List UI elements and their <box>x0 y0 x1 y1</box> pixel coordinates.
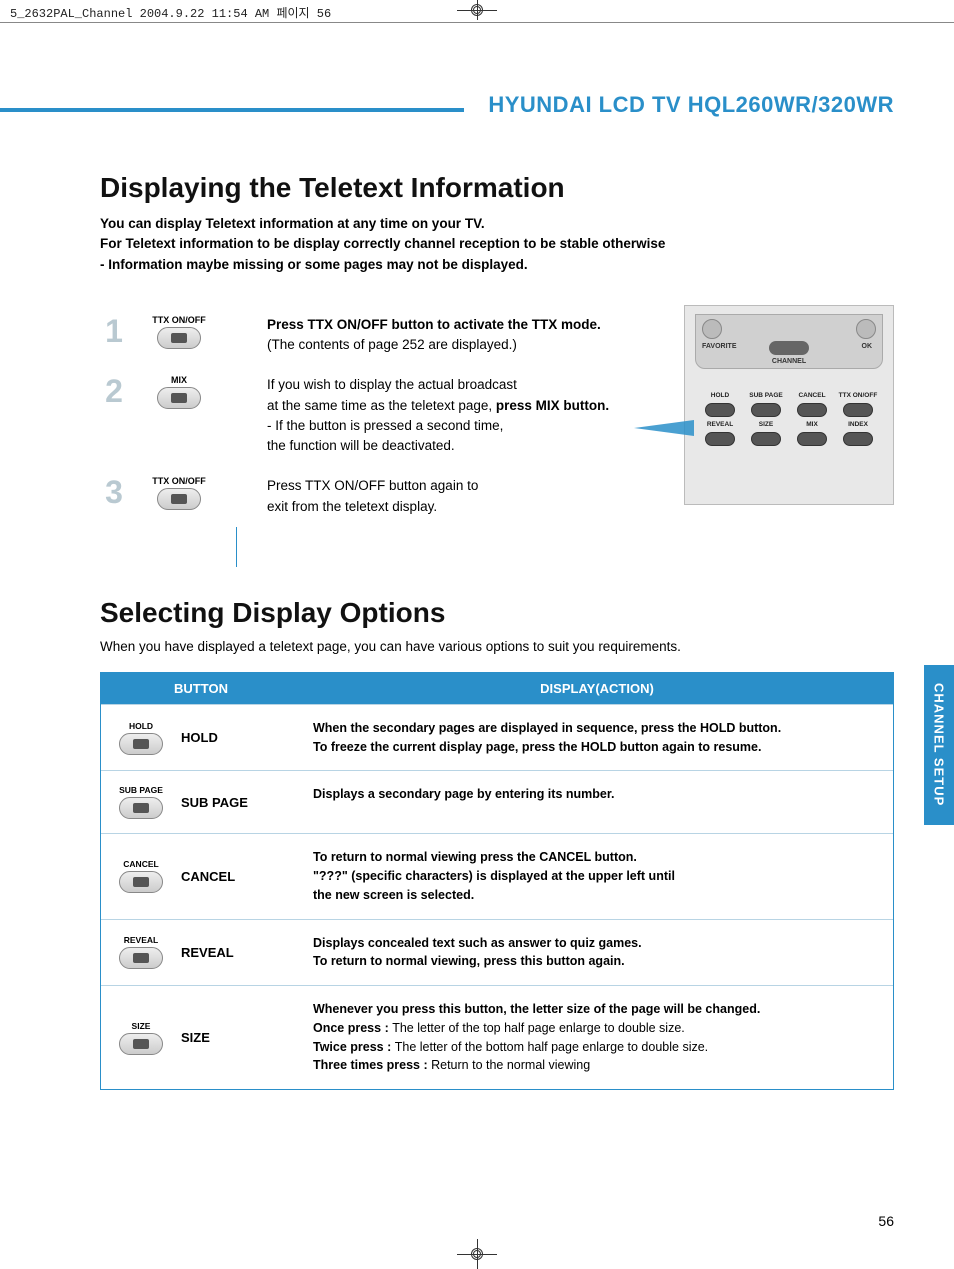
remote-btn-label: INDEX <box>838 421 878 428</box>
page-content: HYUNDAI LCD TV HQL260WR/320WR Displaying… <box>0 22 954 1247</box>
remote-button-icon <box>157 488 201 510</box>
option-name: HOLD <box>181 730 218 745</box>
intro-text: You can display Teletext information at … <box>100 214 894 275</box>
options-intro: When you have displayed a teletext page,… <box>100 639 894 654</box>
intro-line: You can display Teletext information at … <box>100 214 894 234</box>
remote-label-ok: OK <box>862 343 873 350</box>
option-action: To return to normal viewing press the CA… <box>301 834 893 918</box>
button-label: TTX ON/OFF <box>152 476 206 486</box>
th-button: BUTTON <box>101 673 301 704</box>
section-head: HYUNDAI LCD TV HQL260WR/320WR <box>100 82 894 142</box>
crop-mark-top <box>457 0 497 20</box>
option-name: REVEAL <box>181 945 234 960</box>
step-text: If you wish to display the actual broadc… <box>267 375 609 456</box>
remote-button-icon <box>157 327 201 349</box>
icon-label: SIZE <box>132 1021 151 1031</box>
blue-bar <box>0 108 464 112</box>
remote-button-icon <box>119 871 163 893</box>
icon-label: CANCEL <box>123 859 158 869</box>
intro-line: For Teletext information to be display c… <box>100 234 894 254</box>
option-action: Displays concealed text such as answer t… <box>301 920 893 986</box>
th-action: DISPLAY(ACTION) <box>301 673 893 704</box>
remote-button-icon <box>119 947 163 969</box>
icon-label: HOLD <box>129 721 153 731</box>
crop-mark-bottom <box>457 1239 497 1269</box>
option-name: SUB PAGE <box>181 795 248 810</box>
table-row: CANCEL CANCEL To return to normal viewin… <box>101 833 893 918</box>
step-number: 1 <box>100 315 128 347</box>
print-header: 5_2632PAL_Channel 2004.9.22 11:54 AM 페이지… <box>10 4 331 21</box>
size-line-b: Twice press : <box>313 1040 395 1054</box>
page-number: 56 <box>878 1213 894 1229</box>
remote-image: FAVORITE OK CHANNEL HOLD SUB PAGE CANCEL… <box>684 305 894 527</box>
remote-button-icon <box>119 797 163 819</box>
option-action: When the secondary pages are displayed i… <box>301 705 893 771</box>
steps-block: 1 TTX ON/OFF Press TTX ON/OFF button to … <box>100 305 894 527</box>
remote-btn-label: CANCEL <box>792 392 832 399</box>
table-row: HOLD HOLD When the secondary pages are d… <box>101 704 893 771</box>
size-line-b: Three times press : <box>313 1058 431 1072</box>
option-name: SIZE <box>181 1030 210 1045</box>
option-name: CANCEL <box>181 869 235 884</box>
remote-btn-label: TTX ON/OFF <box>838 392 878 399</box>
step-text-rest: (The contents of page 252 are displayed.… <box>267 337 517 352</box>
remote-btn-label: MIX <box>792 421 832 428</box>
step-row: 3 TTX ON/OFF Press TTX ON/OFF button aga… <box>100 466 684 527</box>
heading-teletext: Displaying the Teletext Information <box>100 172 894 204</box>
step-number: 2 <box>100 375 128 407</box>
section-title: HYUNDAI LCD TV HQL260WR/320WR <box>488 92 894 118</box>
size-line-r: The letter of the top half page enlarge … <box>392 1021 685 1035</box>
step-row: 1 TTX ON/OFF Press TTX ON/OFF button to … <box>100 305 684 366</box>
remote-button-icon <box>119 1033 163 1055</box>
remote-btn-label: REVEAL <box>700 421 740 428</box>
heading-options: Selecting Display Options <box>100 597 894 629</box>
option-action: Displays a secondary page by entering it… <box>301 771 893 833</box>
step-row: 2 MIX If you wish to display the actual … <box>100 365 684 466</box>
table-row: SIZE SIZE Whenever you press this button… <box>101 985 893 1089</box>
remote-button-icon <box>157 387 201 409</box>
size-line-r: The letter of the bottom half page enlar… <box>395 1040 708 1054</box>
button-label: TTX ON/OFF <box>152 315 206 325</box>
step-button-col: MIX <box>144 375 214 409</box>
callout-arrow <box>634 420 694 436</box>
options-table: BUTTON DISPLAY(ACTION) HOLD HOLD When th… <box>100 672 894 1090</box>
size-line: Whenever you press this button, the lett… <box>313 1002 760 1016</box>
option-action: Whenever you press this button, the lett… <box>301 986 893 1089</box>
remote-label-favorite: FAVORITE <box>702 343 736 350</box>
step-button-col: TTX ON/OFF <box>144 315 214 349</box>
remote-button-icon <box>119 733 163 755</box>
side-tab: CHANNEL SETUP <box>924 665 954 825</box>
table-row: SUB PAGE SUB PAGE Displays a secondary p… <box>101 770 893 833</box>
icon-label: SUB PAGE <box>119 785 163 795</box>
icon-label: REVEAL <box>124 935 158 945</box>
table-header: BUTTON DISPLAY(ACTION) <box>101 673 893 704</box>
size-line-r: Return to the normal viewing <box>431 1058 590 1072</box>
table-row: REVEAL REVEAL Displays concealed text su… <box>101 919 893 986</box>
step-text-after: - If the button is pressed a second time… <box>267 418 503 453</box>
remote-label-channel: CHANNEL <box>772 358 806 365</box>
step-button-col: TTX ON/OFF <box>144 476 214 510</box>
step-number: 3 <box>100 476 128 508</box>
remote-btn-label: HOLD <box>700 392 740 399</box>
remote-btn-label: SUB PAGE <box>746 392 786 399</box>
button-label: MIX <box>171 375 187 385</box>
step-text-bold: press MIX button. <box>496 398 609 413</box>
remote-btn-label: SIZE <box>746 421 786 428</box>
step-text-bold: Press TTX ON/OFF button to activate the … <box>267 317 601 332</box>
vertical-line <box>236 527 237 567</box>
step-text-pre: If you wish to display the actual broadc… <box>267 377 517 412</box>
step-text: Press TTX ON/OFF button to activate the … <box>267 315 601 356</box>
step-text: Press TTX ON/OFF button again to exit fr… <box>267 476 478 517</box>
size-line-b: Once press : <box>313 1021 392 1035</box>
intro-line: - Information maybe missing or some page… <box>100 255 894 275</box>
